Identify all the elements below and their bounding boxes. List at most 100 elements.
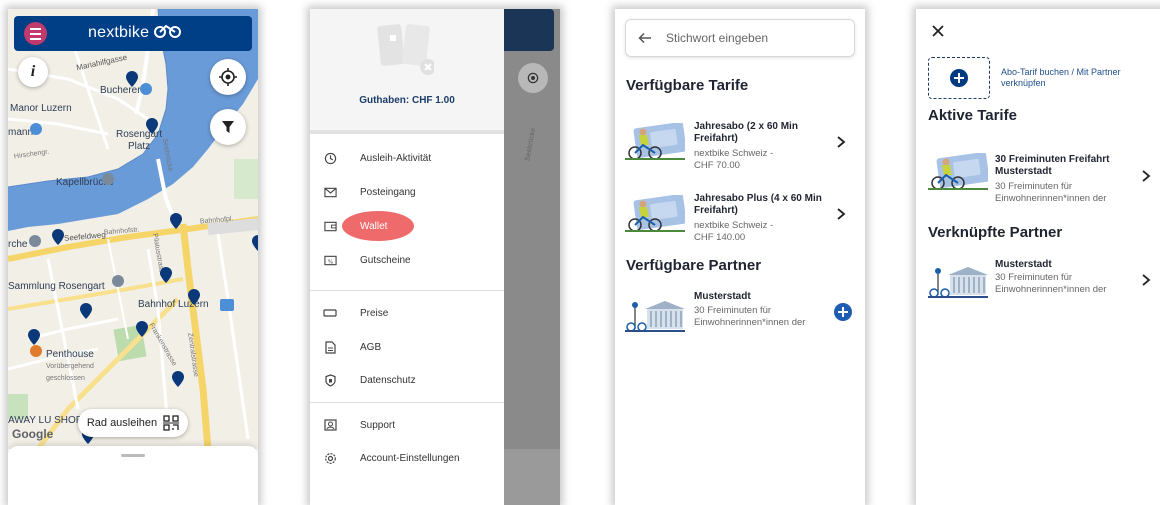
add-tariff-link[interactable]: Abo-Tarif buchen / Mit Partner verknüpfe… bbox=[1001, 67, 1151, 89]
drawer-screen: Seebrücke Guthaben: CHF 1.00 Ausleih-Akt… bbox=[310, 9, 560, 505]
brand-name: nextbike bbox=[88, 24, 150, 41]
tariff-subtitle: nextbike Schweiz - CHF 140.00 bbox=[694, 220, 774, 243]
map-label-kirche: rche bbox=[8, 239, 28, 250]
menu-item-label: Preise bbox=[360, 307, 389, 319]
svg-text:%: % bbox=[327, 259, 332, 265]
menu-item-label: Ausleih-Aktivität bbox=[360, 152, 432, 164]
partner-card[interactable]: Musterstadt 30 Freiminuten für Einwohner… bbox=[625, 291, 857, 337]
tariff-card[interactable]: Jahresabo (2 x 60 Min Freifahrt) nextbik… bbox=[625, 119, 857, 179]
add-partner-button[interactable] bbox=[834, 303, 852, 321]
menu-item-privacy[interactable]: Datenschutz bbox=[310, 365, 504, 395]
linked-partner-card[interactable]: Musterstadt 30 Freiminuten für Einwohner… bbox=[928, 259, 1156, 305]
app-header: nextbike bbox=[14, 16, 252, 51]
search-bar[interactable] bbox=[625, 19, 855, 57]
menu-item-account-settings[interactable]: Account-Einstellungen bbox=[310, 443, 504, 473]
map-label-manor: Manor Luzern bbox=[10, 103, 72, 114]
menu-divider bbox=[310, 402, 504, 403]
qr-code-icon bbox=[163, 415, 180, 431]
info-icon: i bbox=[30, 63, 36, 80]
active-tariffs-heading: Aktive Tarife bbox=[928, 107, 1017, 124]
plus-icon bbox=[950, 69, 968, 87]
filter-icon bbox=[222, 121, 234, 133]
tariffs-screen: Verfügbare Tarife Jahresabo (2 x 60 Min … bbox=[615, 9, 865, 505]
sheet-drag-handle[interactable] bbox=[121, 454, 145, 457]
rent-bike-button[interactable]: Rad ausleihen bbox=[78, 409, 188, 437]
menu-item-label: Account-Einstellungen bbox=[360, 452, 460, 464]
active-tariff-subtitle: 30 Freiminuten für Einwohnerinnen*innen … bbox=[995, 181, 1107, 204]
menu-item-prices[interactable]: Preise bbox=[310, 298, 504, 328]
mail-icon bbox=[322, 184, 338, 200]
available-partners-heading: Verfügbare Partner bbox=[626, 257, 762, 274]
chevron-right-icon bbox=[837, 208, 846, 220]
shield-icon bbox=[322, 372, 338, 388]
add-tariff-button[interactable] bbox=[928, 57, 990, 99]
chevron-right-icon bbox=[1142, 170, 1151, 182]
menu-item-support[interactable]: Support bbox=[310, 410, 504, 440]
tariff-subtitle: nextbike Schweiz - CHF 70.00 bbox=[694, 148, 774, 171]
wallet-balance: Guthaben: CHF 1.00 bbox=[359, 95, 455, 106]
map-label-penthouse-status: Vorübergehend geschlossen bbox=[46, 363, 94, 382]
google-logo: Google bbox=[12, 427, 54, 441]
tariff-title: Jahresabo Plus (4 x 60 Min Freifahrt) bbox=[694, 193, 822, 216]
bike-rider-illustration-icon bbox=[625, 123, 685, 160]
bike-logo-icon bbox=[153, 24, 181, 38]
document-icon bbox=[322, 339, 338, 355]
menu-item-label: Datenschutz bbox=[360, 374, 416, 386]
menu-item-label: Support bbox=[360, 419, 396, 431]
menu-item-label: Gutscheine bbox=[360, 254, 411, 266]
map-label-away-shop: AWAY LU SHOP bbox=[8, 415, 83, 426]
my-tariffs-screen: Abo-Tarif buchen / Mit Partner verknüpfe… bbox=[916, 9, 1160, 505]
locate-me-button[interactable] bbox=[210, 59, 246, 95]
map-label-penthouse: Penthouse bbox=[46, 349, 94, 360]
menu-divider bbox=[310, 290, 504, 291]
menu-item-inbox[interactable]: Posteingang bbox=[310, 177, 504, 207]
drawer-header: Guthaben: CHF 1.00 bbox=[310, 9, 504, 134]
filter-button[interactable] bbox=[210, 109, 246, 145]
linked-partner-title: Musterstadt bbox=[995, 259, 1052, 270]
bike-rider-illustration-icon bbox=[928, 153, 988, 190]
menu-item-terms[interactable]: AGB bbox=[310, 332, 504, 362]
tariff-card[interactable]: Jahresabo Plus (4 x 60 Min Freifahrt) ne… bbox=[625, 191, 857, 251]
support-icon bbox=[322, 417, 338, 433]
menu-item-label: AGB bbox=[360, 341, 382, 353]
crosshair-icon bbox=[219, 68, 237, 86]
partner-subtitle: 30 Freiminuten für Einwohnerinnen*innen … bbox=[694, 305, 806, 328]
map-screen: Manor Luzern mann Bucherer Rosengart Pla… bbox=[8, 9, 258, 505]
dimmed-header bbox=[504, 9, 554, 51]
gear-icon bbox=[322, 450, 338, 466]
linked-partner-subtitle: 30 Freiminuten für Einwohnerinnen*innen … bbox=[995, 272, 1107, 295]
bike-rider-illustration-icon bbox=[625, 195, 685, 232]
active-tariff-card[interactable]: 30 Freiminuten Freifahrt Musterstadt 30 … bbox=[928, 149, 1156, 209]
info-button[interactable]: i bbox=[18, 57, 48, 87]
crosshair-icon bbox=[527, 72, 539, 84]
menu-item-wallet[interactable]: Wallet bbox=[310, 211, 504, 241]
partner-title: Musterstadt bbox=[694, 291, 751, 302]
brand-logo: nextbike bbox=[88, 24, 182, 42]
chevron-right-icon bbox=[1142, 274, 1151, 286]
tariff-title: Jahresabo (2 x 60 Min Freifahrt) bbox=[694, 121, 798, 144]
menu-item-vouchers[interactable]: % Gutscheine bbox=[310, 245, 504, 275]
map-label-kapellbruecke: Kapellbrücke bbox=[56, 177, 114, 188]
dimmed-locate-button bbox=[518, 63, 548, 93]
rent-bike-label: Rad ausleihen bbox=[86, 417, 158, 429]
close-icon[interactable] bbox=[930, 23, 946, 39]
map-label-bucherer: Bucherer bbox=[100, 85, 141, 96]
map-label-mann: mann bbox=[8, 127, 34, 138]
map-label-bahnhof: Bahnhof Luzern bbox=[138, 299, 209, 310]
menu-button[interactable] bbox=[24, 22, 47, 45]
dimmed-street-label: Seebrücke bbox=[524, 127, 538, 162]
menu-item-rental-activity[interactable]: Ausleih-Aktivität bbox=[310, 143, 504, 173]
search-input[interactable] bbox=[666, 31, 836, 45]
bottom-sheet[interactable] bbox=[8, 446, 258, 505]
city-hall-illustration-icon bbox=[625, 301, 685, 332]
linked-partners-heading: Verknüpfte Partner bbox=[928, 224, 1063, 241]
menu-item-label: Wallet bbox=[360, 220, 388, 232]
map-label-rosengart-platz: Rosengart Platz bbox=[116, 129, 163, 152]
available-tariffs-heading: Verfügbare Tarife bbox=[626, 77, 749, 94]
back-arrow-icon[interactable] bbox=[638, 32, 652, 44]
active-tariff-title: 30 Freiminuten Freifahrt Musterstadt bbox=[995, 154, 1110, 177]
map-label-sammlung: Sammlung Rosengart bbox=[8, 281, 105, 292]
chevron-right-icon bbox=[837, 136, 846, 148]
voucher-icon: % bbox=[322, 252, 338, 268]
dimmed-bottom-sheet bbox=[504, 449, 560, 505]
